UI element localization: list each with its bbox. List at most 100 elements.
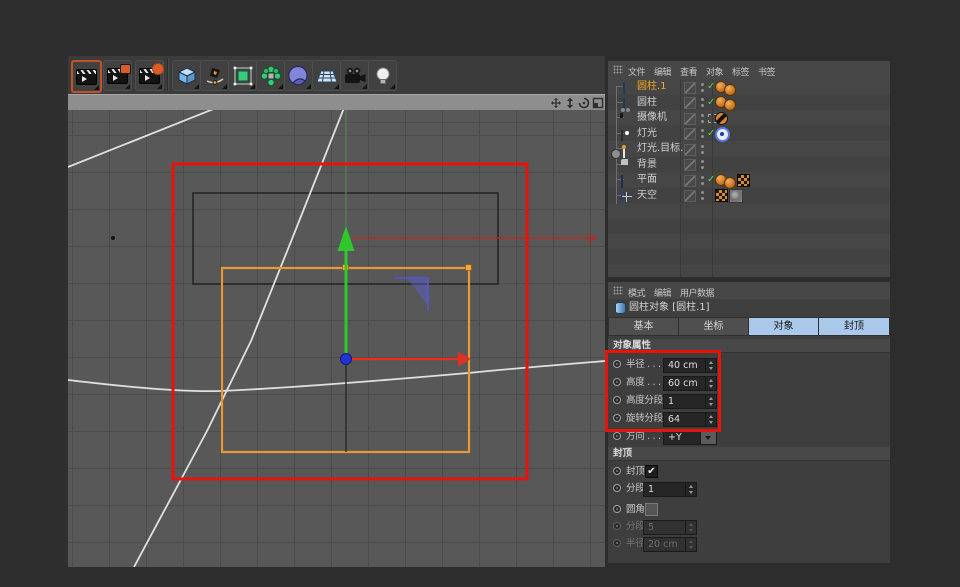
toggle-layout-icon[interactable] xyxy=(592,97,604,109)
am-menu-mode[interactable]: 模式 xyxy=(628,286,645,299)
spinner xyxy=(685,521,696,534)
object-row-cylinder1[interactable]: 圆柱.1 xyxy=(608,79,890,95)
axis-gizmo[interactable] xyxy=(338,110,472,452)
object-list: 圆柱.1 圆柱 摄像机 灯光 灯光.目标.1 xyxy=(608,79,890,277)
dolly-icon[interactable] xyxy=(564,97,576,109)
texture-tag-icon[interactable] xyxy=(729,189,743,203)
attribute-title: 圆柱对象 [圆柱.1] xyxy=(629,299,710,317)
annotation-box-attributes xyxy=(605,350,721,432)
visibility-dots[interactable] xyxy=(701,145,704,148)
layer-chip[interactable] xyxy=(684,113,696,125)
render-settings-button[interactable] xyxy=(135,60,164,91)
object-row-camera[interactable]: 摄像机 xyxy=(608,110,890,126)
om-menu-bookmark[interactable]: 书签 xyxy=(758,65,775,78)
attr-row-fillet: 圆角 xyxy=(608,502,890,518)
keyframe-dot[interactable] xyxy=(613,432,621,440)
visibility-dots[interactable] xyxy=(701,191,704,194)
subdivision-surface-icon xyxy=(232,65,254,87)
light-bulb-icon xyxy=(372,65,394,87)
spinner[interactable] xyxy=(685,483,696,496)
panel-grip-icon[interactable] xyxy=(613,65,623,74)
attr-row-caps-segments: 分段 1 xyxy=(608,481,890,497)
layer-chip[interactable] xyxy=(684,97,696,109)
om-menu-view[interactable]: 查看 xyxy=(680,65,697,78)
tab-caps[interactable]: 封顶 xyxy=(819,318,889,335)
layer-chip[interactable] xyxy=(684,190,696,202)
floor-button[interactable] xyxy=(312,60,341,91)
environment-icon xyxy=(288,65,310,87)
layer-chip[interactable] xyxy=(684,159,696,171)
render-view-icon xyxy=(76,69,97,85)
object-row-light[interactable]: 灯光 xyxy=(608,126,890,142)
light-target-shape xyxy=(395,278,428,311)
rotate-icon[interactable] xyxy=(578,97,590,109)
am-menu-edit[interactable]: 编辑 xyxy=(654,286,671,299)
visibility-dots[interactable] xyxy=(701,83,704,86)
keyframe-dot xyxy=(613,522,621,530)
layer-chip[interactable] xyxy=(684,144,696,156)
cylinder-icon xyxy=(615,302,626,314)
light-button[interactable] xyxy=(368,60,397,91)
caps-checkbox[interactable] xyxy=(645,465,658,478)
render-picture-viewer-button[interactable] xyxy=(103,60,132,91)
keyframe-dot[interactable] xyxy=(613,505,621,513)
render-settings-icon xyxy=(139,68,160,84)
cinema4d-window: 文件 编辑 查看 对象 标签 书签 圆柱.1 圆柱 摄像机 xyxy=(0,0,960,587)
plane-icon xyxy=(621,175,623,188)
layer-chip[interactable] xyxy=(684,175,696,187)
object-row-plane[interactable]: 平面 xyxy=(608,172,890,188)
subdivision-surface-button[interactable] xyxy=(228,60,257,91)
panel-grip-icon[interactable] xyxy=(613,286,623,295)
object-row-light-target[interactable]: 灯光.目标.1 xyxy=(608,141,890,157)
tab-object[interactable]: 对象 xyxy=(749,318,818,335)
attribute-tabs: 基本 坐标 对象 封顶 xyxy=(608,317,890,336)
render-picture-viewer-icon xyxy=(107,68,128,84)
keyframe-dot[interactable] xyxy=(613,484,621,492)
window-edge xyxy=(64,56,68,567)
camera-button[interactable] xyxy=(340,60,369,91)
om-menu-tags[interactable]: 标签 xyxy=(732,65,749,78)
floor-icon xyxy=(315,65,339,87)
keyframe-dot[interactable] xyxy=(613,467,621,475)
visibility-dots[interactable] xyxy=(701,176,704,179)
toolbar-separator xyxy=(167,58,168,91)
visibility-dots[interactable] xyxy=(701,129,704,132)
om-menu-file[interactable]: 文件 xyxy=(628,65,645,78)
om-menu-object[interactable]: 对象 xyxy=(706,65,723,78)
render-view-button[interactable] xyxy=(71,60,102,93)
visibility-dots[interactable] xyxy=(701,98,704,101)
layer-chip[interactable] xyxy=(684,128,696,140)
tab-coordinates[interactable]: 坐标 xyxy=(679,318,748,335)
dropdown-arrow-icon[interactable] xyxy=(700,431,716,444)
sky-edge-lines xyxy=(68,110,605,567)
fillet-checkbox[interactable] xyxy=(645,503,658,516)
attr-row-caps: 封顶 xyxy=(608,464,890,480)
visibility-dots[interactable] xyxy=(701,160,704,163)
spinner xyxy=(685,538,696,551)
compositing-tag-icon[interactable] xyxy=(715,189,728,202)
visibility-dots[interactable] xyxy=(701,114,704,117)
compositing-tag-icon[interactable] xyxy=(737,174,750,187)
attr-row-fillet-radius: 半径 20 cm xyxy=(608,536,890,552)
y-axis-arrow[interactable] xyxy=(338,226,355,251)
target-tag-icon[interactable] xyxy=(715,127,730,142)
spline-pen-button[interactable] xyxy=(200,60,229,91)
layer-chip[interactable] xyxy=(684,82,696,94)
environment-button[interactable] xyxy=(284,60,313,91)
object-row-background[interactable]: 背景 xyxy=(608,157,890,173)
keyframe-dot xyxy=(613,539,621,547)
om-menu-edit[interactable]: 编辑 xyxy=(654,65,671,78)
origin-handle[interactable] xyxy=(341,354,352,365)
viewport-canvas[interactable] xyxy=(68,110,605,567)
caps-segments-input[interactable]: 1 xyxy=(643,482,697,497)
object-manager-menubar: 文件 编辑 查看 对象 标签 书签 xyxy=(608,61,890,80)
tab-basic[interactable]: 基本 xyxy=(609,318,678,335)
add-cube-button[interactable] xyxy=(172,60,201,91)
object-row-cylinder[interactable]: 圆柱 xyxy=(608,95,890,111)
protection-tag-icon[interactable] xyxy=(715,112,728,125)
object-row-sky[interactable]: 天空 xyxy=(608,188,890,204)
light-icon xyxy=(621,129,623,142)
am-menu-userdata[interactable]: 用户数据 xyxy=(680,286,714,299)
pan-icon[interactable] xyxy=(550,97,562,109)
deformer-button[interactable] xyxy=(256,60,285,91)
